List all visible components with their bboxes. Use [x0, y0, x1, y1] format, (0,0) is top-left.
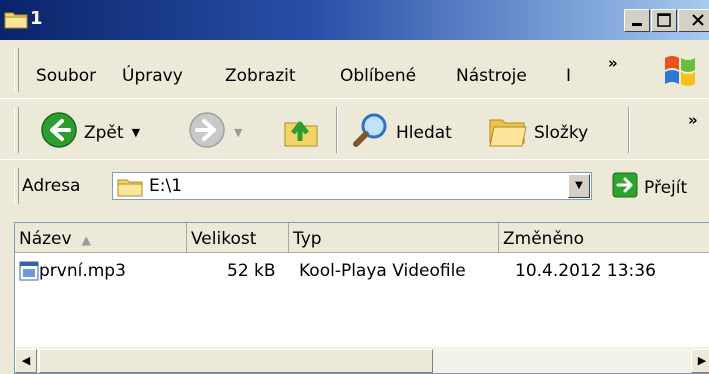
column-header-size[interactable]: Velikost: [187, 223, 289, 253]
toolbar-separator: [628, 107, 630, 153]
column-header-name[interactable]: Název ▲: [15, 223, 187, 253]
address-value: E:\1: [149, 176, 183, 196]
up-folder-button[interactable]: [282, 111, 320, 154]
media-file-icon: [19, 261, 39, 286]
go-label: Přejít: [644, 177, 688, 198]
menu-bar: Soubor Úpravy Zobrazit Oblíbené Nástroje…: [0, 42, 709, 99]
file-size: 52 kB: [227, 261, 276, 281]
toolbar-separator: [336, 107, 338, 153]
address-input[interactable]: E:\1 ▼: [112, 172, 592, 200]
scrollbar-thumb[interactable]: [39, 349, 433, 373]
menu-file[interactable]: Soubor: [36, 66, 96, 86]
forward-arrow-icon: [188, 111, 226, 154]
folders-label: Složky: [534, 122, 589, 143]
forward-button[interactable]: ▼: [188, 111, 242, 154]
column-header-name-label: Název: [19, 229, 72, 249]
menu-favorites[interactable]: Oblíbené: [340, 66, 416, 86]
go-button[interactable]: Přejít: [612, 172, 687, 203]
back-dropdown-chevron-icon[interactable]: ▼: [132, 126, 140, 139]
toolbar-grip[interactable]: [14, 107, 19, 153]
column-header-modified[interactable]: Změněno: [499, 223, 709, 253]
back-label: Zpět: [84, 122, 124, 143]
address-grip[interactable]: [14, 168, 19, 204]
sort-ascending-icon: ▲: [81, 233, 91, 247]
forward-dropdown-chevron-icon[interactable]: ▼: [234, 126, 242, 139]
menu-tools[interactable]: Nástroje: [456, 66, 527, 86]
title-bar[interactable]: 1: [0, 0, 709, 40]
back-button[interactable]: Zpět ▼: [40, 111, 140, 154]
minimize-button[interactable]: [624, 9, 650, 32]
menu-overflow-chevron[interactable]: »: [608, 54, 618, 72]
file-name: první.mp3: [39, 261, 126, 281]
menu-help[interactable]: I: [566, 66, 571, 86]
file-list[interactable]: Název ▲ Velikost Typ Změněno první.mp3 52…: [14, 222, 709, 374]
close-button[interactable]: [678, 9, 709, 32]
scroll-right-button[interactable]: ▶: [691, 349, 709, 373]
folders-button[interactable]: Složky: [488, 111, 588, 154]
toolbar-overflow-chevron[interactable]: »: [688, 111, 698, 129]
address-bar: Adresa E:\1 ▼ Přejít: [0, 160, 709, 211]
menu-edit[interactable]: Úpravy: [122, 66, 183, 86]
table-row[interactable]: první.mp3 52 kB Kool-Playa Videofile 10.…: [15, 259, 709, 285]
search-button[interactable]: Hledat: [352, 111, 452, 154]
menu-view[interactable]: Zobrazit: [225, 66, 296, 86]
back-arrow-icon: [40, 111, 78, 154]
column-header-type-label: Typ: [293, 229, 322, 249]
folder-icon: [4, 9, 28, 34]
column-header-type[interactable]: Typ: [289, 223, 499, 253]
scroll-left-button[interactable]: ◀: [15, 349, 37, 373]
search-label: Hledat: [396, 122, 452, 143]
file-type: Kool-Playa Videofile: [299, 261, 466, 281]
horizontal-scrollbar[interactable]: ◀ ▶: [15, 347, 709, 373]
folder-up-icon: [282, 111, 320, 154]
address-label: Adresa: [22, 176, 81, 196]
window-title: 1: [30, 8, 43, 29]
go-arrow-icon: [612, 172, 638, 203]
maximize-button[interactable]: [651, 9, 677, 32]
address-dropdown-button[interactable]: ▼: [568, 174, 590, 198]
menu-grip[interactable]: [14, 48, 19, 92]
column-header-modified-label: Změněno: [503, 229, 585, 249]
standard-toolbar: Zpět ▼ ▼ Hledat Složky »: [0, 99, 709, 160]
folders-icon: [488, 111, 528, 154]
file-modified: 10.4.2012 13:36: [515, 261, 656, 281]
column-header-size-label: Velikost: [191, 229, 257, 249]
windows-logo-icon: [662, 52, 698, 93]
magnifier-icon: [352, 111, 390, 154]
folder-icon: [117, 176, 143, 203]
